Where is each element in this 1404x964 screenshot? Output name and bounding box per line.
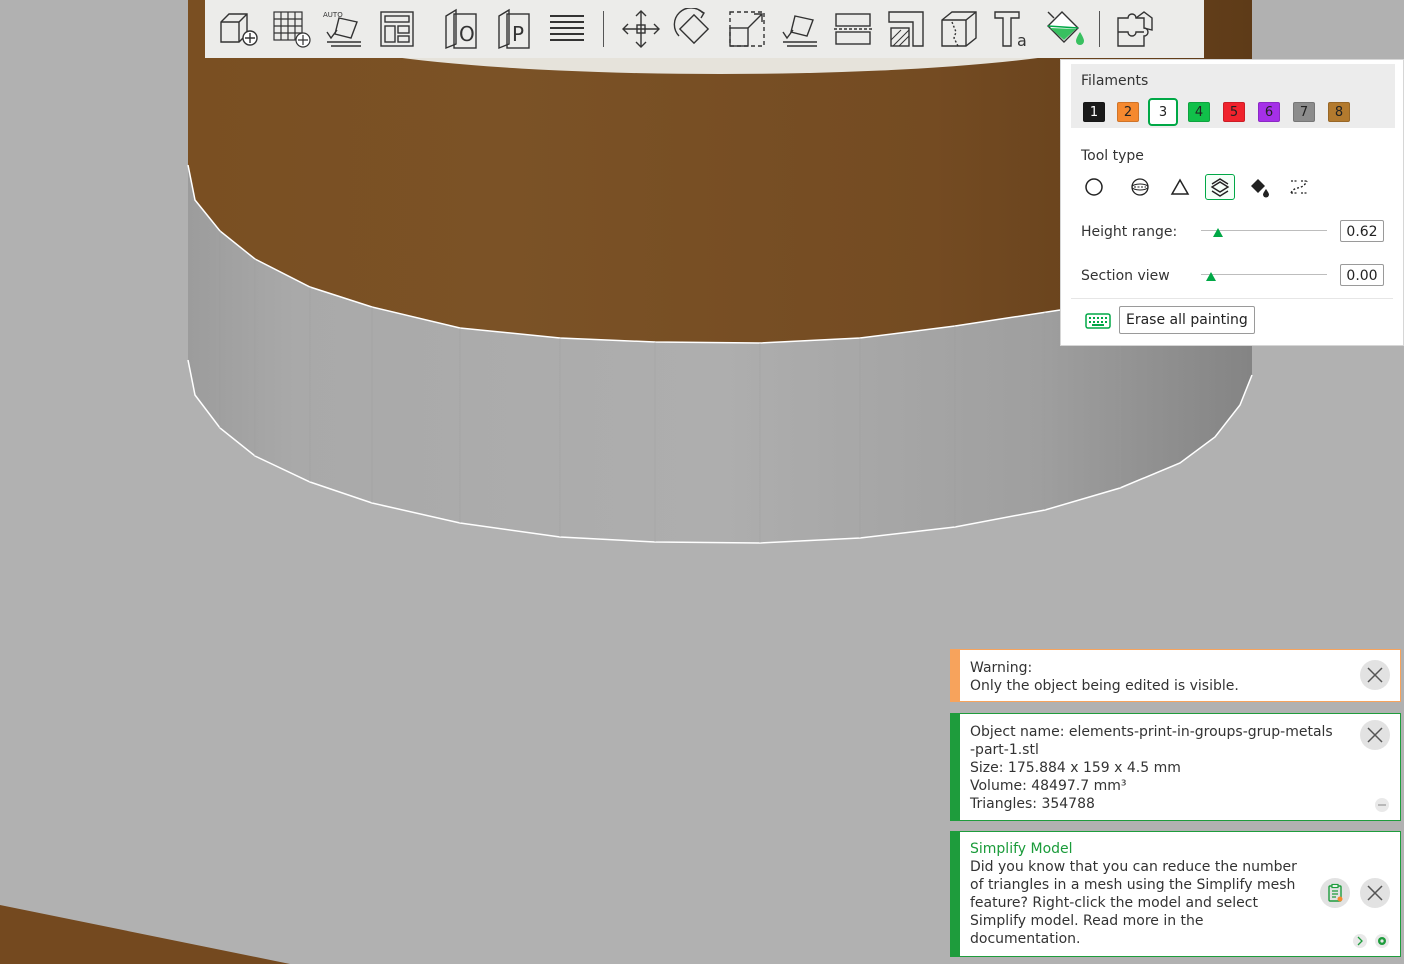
rotate-icon <box>673 8 709 45</box>
support-paint-button[interactable] <box>883 6 929 52</box>
triangle-icon <box>1170 178 1190 195</box>
warning-text: Warning: Only the object being edited is… <box>970 660 1239 694</box>
color-paint-icon <box>1046 11 1084 45</box>
filaments-label: Filaments <box>1081 73 1149 89</box>
fill-bucket-icon <box>1251 179 1269 198</box>
slider-thumb[interactable] <box>1206 272 1217 281</box>
tool-type-label: Tool type <box>1081 148 1144 164</box>
tip-settings-button[interactable] <box>1375 934 1389 948</box>
object-info-notification: Object name: elements-print-in-groups-gr… <box>950 713 1401 821</box>
tip-title: Simplify Model <box>970 841 1073 857</box>
warning-notification: Warning: Only the object being edited is… <box>950 649 1401 702</box>
tip-close-button[interactable] <box>1360 878 1390 908</box>
height-range-value[interactable]: 0.62 <box>1340 220 1384 242</box>
close-icon <box>1367 885 1383 901</box>
section-view-value[interactable]: 0.00 <box>1340 264 1384 286</box>
section-view-label: Section view <box>1081 268 1170 284</box>
filament-swatch-4[interactable]: 4 <box>1188 102 1210 122</box>
scale-icon <box>728 11 765 47</box>
move-icon <box>621 10 660 48</box>
tip-text: Did you know that you can reduce the num… <box>970 859 1297 947</box>
section-view-slider[interactable] <box>1201 268 1327 282</box>
support-paint-icon <box>887 11 924 47</box>
tip-notification: Simplify Model Did you know that you can… <box>950 831 1401 957</box>
object-info-close-button[interactable] <box>1360 720 1390 750</box>
keyboard-shortcuts-icon[interactable] <box>1085 312 1111 330</box>
filament-swatch-3[interactable]: 3 <box>1148 98 1178 126</box>
split-objects-icon: O <box>444 8 477 50</box>
gear-icon <box>1378 937 1386 945</box>
color-paint-panel: Filaments 12345678 Tool type Height rang… <box>1060 59 1404 346</box>
assembly-button[interactable] <box>1112 6 1158 52</box>
seam-paint-icon <box>940 11 977 47</box>
tool-sphere-button[interactable] <box>1125 174 1155 200</box>
next-tip-button[interactable] <box>1353 934 1367 948</box>
scale-button[interactable] <box>724 6 770 52</box>
rotate-button[interactable] <box>671 6 717 52</box>
erase-all-painting-button[interactable]: Erase all painting <box>1119 306 1255 334</box>
move-button[interactable] <box>618 6 664 52</box>
tip-bar <box>951 832 960 956</box>
lay-on-face-button[interactable] <box>777 6 823 52</box>
minimize-icon <box>1378 804 1386 806</box>
cut-button[interactable] <box>830 6 876 52</box>
gap-fill-icon <box>1290 180 1308 194</box>
arrange-button[interactable] <box>374 6 420 52</box>
warning-bar <box>951 650 960 701</box>
filament-swatch-2[interactable]: 2 <box>1117 102 1139 122</box>
info-bar <box>951 714 960 820</box>
tool-height-range-button[interactable] <box>1205 174 1235 200</box>
split-objects-button[interactable]: O <box>438 6 484 52</box>
slider-thumb[interactable] <box>1212 228 1223 237</box>
variable-layer-button[interactable] <box>544 6 590 52</box>
cube-plus-icon <box>219 13 258 46</box>
layers-icon <box>549 15 584 41</box>
filament-swatch-8[interactable]: 8 <box>1328 102 1350 122</box>
svg-text:P: P <box>512 22 524 46</box>
chevron-right-icon <box>1357 936 1363 946</box>
minimize-button[interactable] <box>1375 798 1389 812</box>
close-icon <box>1367 667 1383 683</box>
add-plate-button[interactable] <box>268 6 314 52</box>
assembly-icon <box>1116 11 1153 47</box>
height-range-label: Height range: <box>1081 224 1178 240</box>
grid-plus-icon <box>272 11 311 48</box>
text-button[interactable]: a <box>989 6 1035 52</box>
text-icon: a <box>993 11 1027 50</box>
panel-divider <box>1071 298 1393 299</box>
sphere-icon <box>1131 178 1149 196</box>
auto-orient-icon: AUTO <box>323 11 361 47</box>
tip-content: Simplify Model Did you know that you can… <box>970 840 1297 948</box>
main-toolbar: AUTO O P a <box>205 0 1204 58</box>
object-info-text: Object name: elements-print-in-groups-gr… <box>970 724 1333 812</box>
filament-swatch-7[interactable]: 7 <box>1293 102 1315 122</box>
filament-swatch-1[interactable]: 1 <box>1083 102 1105 122</box>
add-cube-button[interactable] <box>215 6 261 52</box>
seam-paint-button[interactable] <box>936 6 982 52</box>
auto-orient-button[interactable]: AUTO <box>321 6 367 52</box>
copy-to-clipboard-button[interactable] <box>1320 878 1350 908</box>
lay-on-face-icon <box>781 15 817 47</box>
split-parts-button[interactable]: P <box>491 6 537 52</box>
height-range-icon <box>1210 178 1230 197</box>
svg-text:O: O <box>459 22 475 46</box>
cut-icon <box>833 13 872 45</box>
filament-swatch-5[interactable]: 5 <box>1223 102 1245 122</box>
clipboard-icon <box>1328 883 1343 902</box>
filament-swatch-6[interactable]: 6 <box>1258 102 1280 122</box>
svg-text:a: a <box>1017 31 1027 50</box>
arrange-icon <box>379 11 414 47</box>
tool-fill-bucket-button[interactable] <box>1244 174 1274 200</box>
tool-triangle-button[interactable] <box>1165 174 1195 200</box>
height-range-slider[interactable] <box>1201 224 1327 238</box>
adjacent-object <box>0 905 290 964</box>
close-icon <box>1367 727 1383 743</box>
split-parts-icon: P <box>497 8 530 50</box>
filaments-section: Filaments 12345678 <box>1071 64 1395 128</box>
tool-circle-button[interactable] <box>1079 174 1109 200</box>
circle-icon <box>1085 178 1103 196</box>
warning-close-button[interactable] <box>1360 660 1390 690</box>
tool-gap-fill-button[interactable] <box>1284 174 1314 200</box>
color-paint-button[interactable] <box>1042 6 1088 52</box>
